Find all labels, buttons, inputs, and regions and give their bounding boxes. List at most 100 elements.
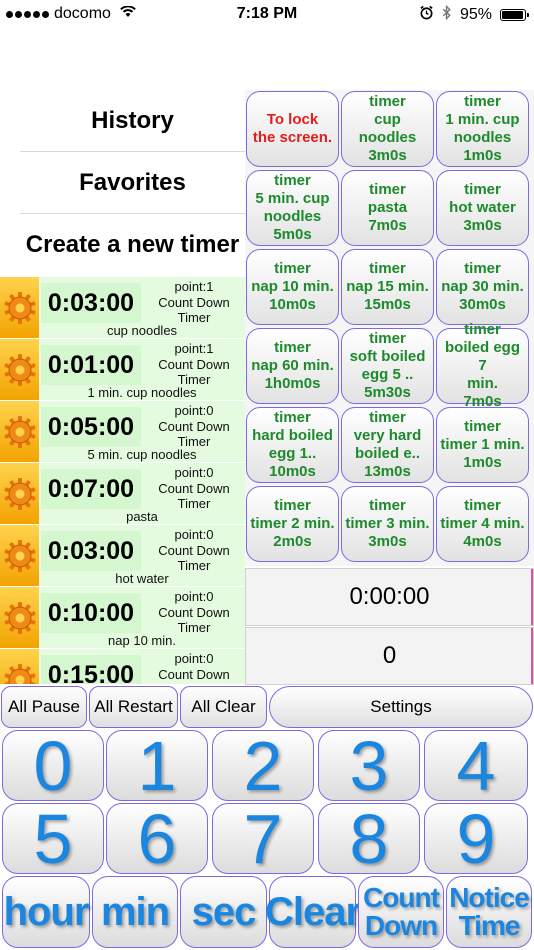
timer-list[interactable]: 0:03:00 point:1 Count Down Timer cup noodles… — [0, 276, 245, 684]
sec-key[interactable]: sec — [180, 876, 267, 948]
gear-icon[interactable] — [0, 525, 39, 587]
preset-label-line: timer 4 min. — [440, 515, 525, 532]
gear-icon[interactable] — [0, 339, 39, 401]
preset-timer-button[interactable]: timer timer 3 min. 3m0s — [341, 486, 434, 562]
preset-timer-button[interactable]: timer cup noodles 3m0s — [341, 91, 434, 167]
all-restart-button[interactable]: All Restart — [89, 686, 178, 728]
clear-key[interactable]: Clear — [265, 876, 361, 948]
preset-timer-button[interactable]: timer nap 10 min. 10m0s — [246, 249, 339, 325]
timer-row[interactable]: 0:10:00 point:0 Count Down Timer nap 10 min. — [0, 586, 245, 649]
preset-label-line: 5m0s — [273, 226, 312, 243]
timer-info: point:0Count DownTimer — [143, 589, 245, 636]
timer-row[interactable]: 0:03:00 point:1 Count Down Timer cup noodles — [0, 276, 245, 339]
gear-icon[interactable] — [0, 463, 39, 525]
timer-mode: Count Down — [158, 294, 230, 310]
count-down-key[interactable]: Count Down — [358, 876, 444, 948]
timer-info: point:0Count DownTimer — [143, 651, 245, 684]
timer-time: 0:05:00 — [41, 407, 141, 447]
count-down-key-line1: Count — [363, 882, 440, 913]
preset-timer-button[interactable]: timer soft boiled egg 5 .. 5m30s — [341, 328, 434, 404]
preset-label-line: 7m0s — [368, 217, 407, 234]
preset-label-line: min. — [467, 375, 498, 392]
preset-label-line: 5 min. cup — [255, 190, 330, 207]
preset-label: timer nap 60 min. 1h0m0s — [251, 339, 334, 393]
count-display: 0 — [245, 627, 534, 685]
preset-timer-grid: To lock the screen. timer cup noodles 3m0s ti… — [245, 90, 534, 566]
timer-info: point:1 Count Down Timer — [143, 279, 245, 326]
preset-label-line: timer — [274, 260, 311, 277]
preset-timer-button[interactable]: timer pasta 7m0s — [341, 170, 434, 246]
preset-label-line: noodles — [453, 129, 512, 146]
preset-label: timer soft boiled egg 5 .. 5m30s — [350, 330, 426, 402]
preset-timer-button[interactable]: timer nap 60 min. 1h0m0s — [246, 328, 339, 404]
preset-timer-button[interactable]: timer 1 min. cup noodles 1m0s — [436, 91, 529, 167]
alarm-clock-icon — [419, 5, 434, 25]
timer-time: 0:10:00 — [41, 593, 141, 633]
timer-info: point:0Count DownTimer — [143, 527, 245, 574]
digit-6-key[interactable]: 6 — [106, 800, 208, 878]
status-right: 95% — [419, 4, 529, 25]
timer-row[interactable]: 0:03:00 point:0 Count Down Timer hot water — [0, 524, 245, 587]
preset-timer-button[interactable]: timer nap 15 min. 15m0s — [341, 249, 434, 325]
preset-label: timer timer 2 min. 2m0s — [250, 497, 334, 551]
digit-8-key[interactable]: 8 — [318, 800, 420, 878]
gear-icon[interactable] — [0, 401, 39, 463]
timer-row[interactable]: 0:05:00 point:0 Count Down Timer 5 min. cup … — [0, 400, 245, 463]
preset-label: timer nap 30 min. 30m0s — [441, 260, 524, 314]
preset-timer-button[interactable]: timer timer 2 min. 2m0s — [246, 486, 339, 562]
digit-7-key[interactable]: 7 — [212, 800, 314, 878]
preset-label: To lock the screen. — [253, 111, 332, 147]
timer-name: 5 min. cup noodles — [87, 447, 197, 462]
preset-label-line: 15m0s — [364, 296, 411, 313]
preset-label-line: 10m0s — [269, 463, 316, 480]
gear-icon[interactable] — [0, 277, 39, 339]
preset-timer-button[interactable]: timer hard boiled egg 1.. 10m0s — [246, 407, 339, 483]
preset-timer-button[interactable]: timer nap 30 min. 30m0s — [436, 249, 529, 325]
all-clear-button[interactable]: All Clear — [180, 686, 267, 728]
lock-screen-button[interactable]: To lock the screen. — [246, 91, 339, 167]
preset-label-line: timer 3 min. — [345, 515, 430, 532]
hour-key[interactable]: hour — [2, 876, 90, 948]
preset-label-line: timer 2 min. — [250, 515, 335, 532]
main-menu: History Favorites Create a new timer — [0, 90, 245, 276]
preset-label-line: timer — [369, 497, 406, 514]
digit-1-key[interactable]: 1 — [106, 727, 208, 805]
digit-4-key[interactable]: 4 — [424, 727, 528, 805]
preset-timer-button[interactable]: timer very hard boiled e.. 13m0s — [341, 407, 434, 483]
timer-row[interactable]: 0:01:00 point:1 Count Down Timer 1 min. cup … — [0, 338, 245, 401]
digit-3-key[interactable]: 3 — [318, 727, 420, 805]
preset-timer-button[interactable]: timer hot water 3m0s — [436, 170, 529, 246]
all-pause-button[interactable]: All Pause — [1, 686, 87, 728]
digit-0-key[interactable]: 0 — [2, 727, 104, 805]
history-button[interactable]: History — [20, 90, 245, 152]
min-key[interactable]: min — [92, 876, 178, 948]
digit-9-key[interactable]: 9 — [424, 800, 528, 878]
digit-5-key[interactable]: 5 — [2, 800, 104, 878]
favorites-button[interactable]: Favorites — [20, 152, 245, 214]
gear-icon[interactable] — [0, 587, 39, 649]
settings-button[interactable]: Settings — [269, 686, 533, 728]
create-new-timer-button[interactable]: Create a new timer — [20, 214, 245, 276]
preset-label-line: 3m0s — [463, 217, 502, 234]
timer-row[interactable]: 0:07:00 point:0 Count Down Timer pasta — [0, 462, 245, 525]
preset-timer-button[interactable]: timer timer 1 min. 1m0s — [436, 407, 529, 483]
preset-timer-button[interactable]: timer timer 4 min. 4m0s — [436, 486, 529, 562]
gear-icon[interactable] — [0, 649, 39, 684]
preset-timer-button[interactable]: timer 5 min. cup noodles 5m0s — [246, 170, 339, 246]
preset-label-line: nap 60 min. — [251, 357, 334, 374]
preset-timer-button[interactable]: timer boiled egg 7 min. 7m0s — [436, 321, 529, 410]
timer-info: point:0Count DownTimer — [143, 465, 245, 512]
preset-label-line: To lock — [266, 111, 319, 128]
timer-name: cup noodles — [106, 323, 178, 338]
preset-label-line: 3m0s — [368, 147, 407, 164]
timer-point: point:1 — [174, 279, 214, 294]
preset-label: timer 1 min. cup noodles 1m0s — [445, 93, 519, 165]
preset-label-line: the screen. — [252, 129, 333, 146]
notice-time-key-line2: Time — [458, 910, 521, 941]
digit-2-key[interactable]: 2 — [212, 727, 314, 805]
timer-point: point:0 — [174, 403, 214, 418]
timer-row[interactable]: 0:15:00point:0Count DownTimer — [0, 648, 245, 684]
preset-label: timer pasta 7m0s — [368, 181, 407, 235]
preset-label-line: timer — [464, 497, 501, 514]
notice-time-key[interactable]: Notice Time — [446, 876, 532, 948]
